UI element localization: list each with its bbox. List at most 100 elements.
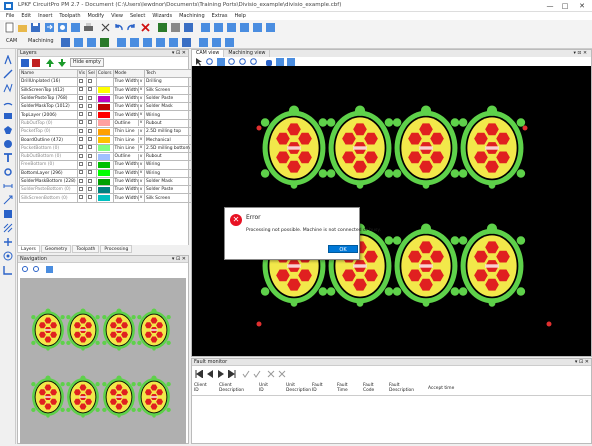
layer-row[interactable]: SolderMaskBottom (228) True Width v Solde… [19, 176, 192, 187]
layer-mode-select[interactable]: True Width v [112, 93, 146, 104]
line-tool-icon[interactable] [3, 69, 13, 79]
insulate-icon[interactable] [168, 37, 179, 48]
dimension-tool-icon[interactable] [3, 195, 13, 205]
placement-icon[interactable] [86, 37, 97, 48]
start-icon[interactable] [211, 37, 222, 48]
col-mode[interactable]: Mode [112, 68, 146, 79]
menu-toolpath[interactable]: Toolpath [59, 13, 80, 19]
minimize-button[interactable]: — [546, 2, 554, 10]
layer-color-swatch[interactable] [95, 110, 114, 120]
menu-file[interactable]: File [6, 13, 14, 19]
zoom-out-icon[interactable] [239, 58, 247, 66]
delete-layer-icon[interactable] [32, 59, 40, 67]
hatch-tool-icon[interactable] [3, 223, 13, 233]
rotate-icon[interactable] [265, 22, 276, 33]
material-icon[interactable] [99, 37, 110, 48]
process-plan-icon[interactable] [198, 37, 209, 48]
cam-tab[interactable]: CAM [6, 38, 17, 44]
polygon-tool-icon[interactable] [3, 125, 13, 135]
polyline-tool-icon[interactable] [3, 83, 13, 93]
zoom-in-icon[interactable] [228, 58, 236, 66]
sel-checkbox[interactable] [86, 160, 97, 170]
delete-icon[interactable] [140, 22, 151, 33]
layer-row[interactable]: SilkScreenBottom (0) True Width v Silk Sc… [19, 193, 192, 203]
menu-wizards[interactable]: Wizards [152, 13, 172, 19]
layer-mode-select[interactable]: Thin Line v [112, 143, 146, 153]
layer-mode-select[interactable]: True Width v [112, 85, 146, 95]
previous-icon[interactable] [206, 370, 214, 378]
maximize-button[interactable]: □ [561, 2, 569, 10]
menu-extras[interactable]: Extras [212, 13, 228, 19]
vis-checkbox[interactable] [76, 176, 88, 187]
technology-dialog-icon[interactable] [181, 37, 192, 48]
col-fault-description[interactable]: Fault Description [389, 383, 414, 393]
tab-cam-view[interactable]: CAM view [192, 50, 225, 57]
close-button[interactable]: ✕ [578, 2, 586, 10]
sel-checkbox[interactable] [86, 118, 97, 129]
col-accept-time[interactable]: Accept time [428, 386, 454, 391]
col-name[interactable]: Name [19, 68, 78, 79]
layer-mode-select[interactable]: True Width v [112, 176, 146, 187]
sel-checkbox[interactable] [86, 185, 97, 195]
import-icon[interactable] [44, 22, 55, 33]
layer-color-swatch[interactable] [95, 118, 114, 129]
col-sel[interactable]: Sel [86, 68, 97, 79]
undo-icon[interactable] [113, 22, 124, 33]
sel-checkbox[interactable] [86, 102, 97, 112]
tab-machining-view[interactable]: Machining view [224, 50, 271, 57]
layer-row[interactable]: RubOutBottom (0) Outline v Rubout [19, 151, 192, 162]
vis-checkbox[interactable] [76, 143, 88, 153]
machining-tab[interactable]: Machining [28, 38, 54, 44]
last-icon[interactable] [227, 369, 236, 379]
menu-insert[interactable]: Insert [38, 13, 52, 19]
layer-row[interactable]: BoardOutline (472) Thin Line v Mechanical [19, 135, 192, 145]
layer-row[interactable]: SolderMaskTop (1012) True Width v Solder … [19, 102, 192, 112]
layer-mode-select[interactable]: True Width v [112, 77, 146, 87]
select-tool-icon[interactable] [3, 54, 13, 65]
layer-mode-select[interactable]: Thin Line v [112, 127, 146, 137]
print-icon[interactable] [83, 22, 94, 33]
vis-checkbox[interactable] [76, 151, 88, 162]
zoom-extents-icon[interactable] [70, 22, 81, 33]
pad-tool-icon[interactable] [3, 167, 13, 177]
fiducial-icon[interactable] [73, 37, 84, 48]
zoom-fit-icon[interactable] [217, 58, 225, 66]
board-icon[interactable] [157, 22, 168, 33]
col-fault-time[interactable]: Fault Time [337, 383, 348, 393]
layer-color-swatch[interactable] [95, 93, 114, 104]
tab-toolpath[interactable]: Toolpath [72, 245, 100, 253]
sel-checkbox[interactable] [86, 168, 97, 178]
layer-color-swatch[interactable] [95, 127, 114, 137]
menu-edit[interactable]: Edit [21, 13, 31, 19]
drilling-icon[interactable] [129, 37, 140, 48]
tool-library-icon[interactable] [60, 37, 71, 48]
col-fault-code[interactable]: Fault Code [363, 383, 374, 393]
sel-checkbox[interactable] [86, 193, 97, 203]
play-icon[interactable] [217, 370, 225, 378]
vis-checkbox[interactable] [76, 193, 88, 203]
view-3d-icon[interactable] [287, 58, 295, 66]
snap-icon[interactable] [226, 22, 237, 33]
panel-controls[interactable]: ▾ ⊡ ✕ [172, 50, 186, 57]
zoom-previous-icon[interactable] [250, 58, 258, 66]
breakout-icon[interactable] [155, 37, 166, 48]
sel-checkbox[interactable] [86, 127, 97, 137]
new-icon[interactable] [4, 22, 15, 33]
panel-controls[interactable]: ▾ ⊡ ✕ [172, 256, 186, 263]
col-client-description[interactable]: Client Description [219, 383, 244, 393]
new-layer-icon[interactable] [21, 59, 29, 67]
panel-controls[interactable]: ▾ ⊡ ✕ [575, 359, 589, 366]
circle-tool-icon[interactable] [3, 139, 13, 149]
col-fault-id[interactable]: Fault ID [312, 383, 323, 393]
hide-empty-button[interactable]: Hide empty [70, 58, 104, 67]
move-up-icon[interactable] [46, 59, 54, 67]
cut-icon[interactable] [100, 22, 111, 33]
layer-color-swatch[interactable] [95, 168, 114, 178]
sel-checkbox[interactable] [86, 85, 97, 95]
layer-row[interactable]: RubOutTop (0) Outline v Rubout [19, 118, 192, 129]
layer-mode-select[interactable]: True Width v [112, 193, 146, 203]
layer-row[interactable]: PocketTop (0) Thin Line v 2.5D milling to… [19, 127, 192, 137]
open-icon[interactable] [17, 22, 28, 33]
layer-mode-select[interactable]: Outline v [112, 151, 146, 162]
layer-row[interactable]: BottomLayer (296) True Width v Wiring [19, 168, 192, 178]
